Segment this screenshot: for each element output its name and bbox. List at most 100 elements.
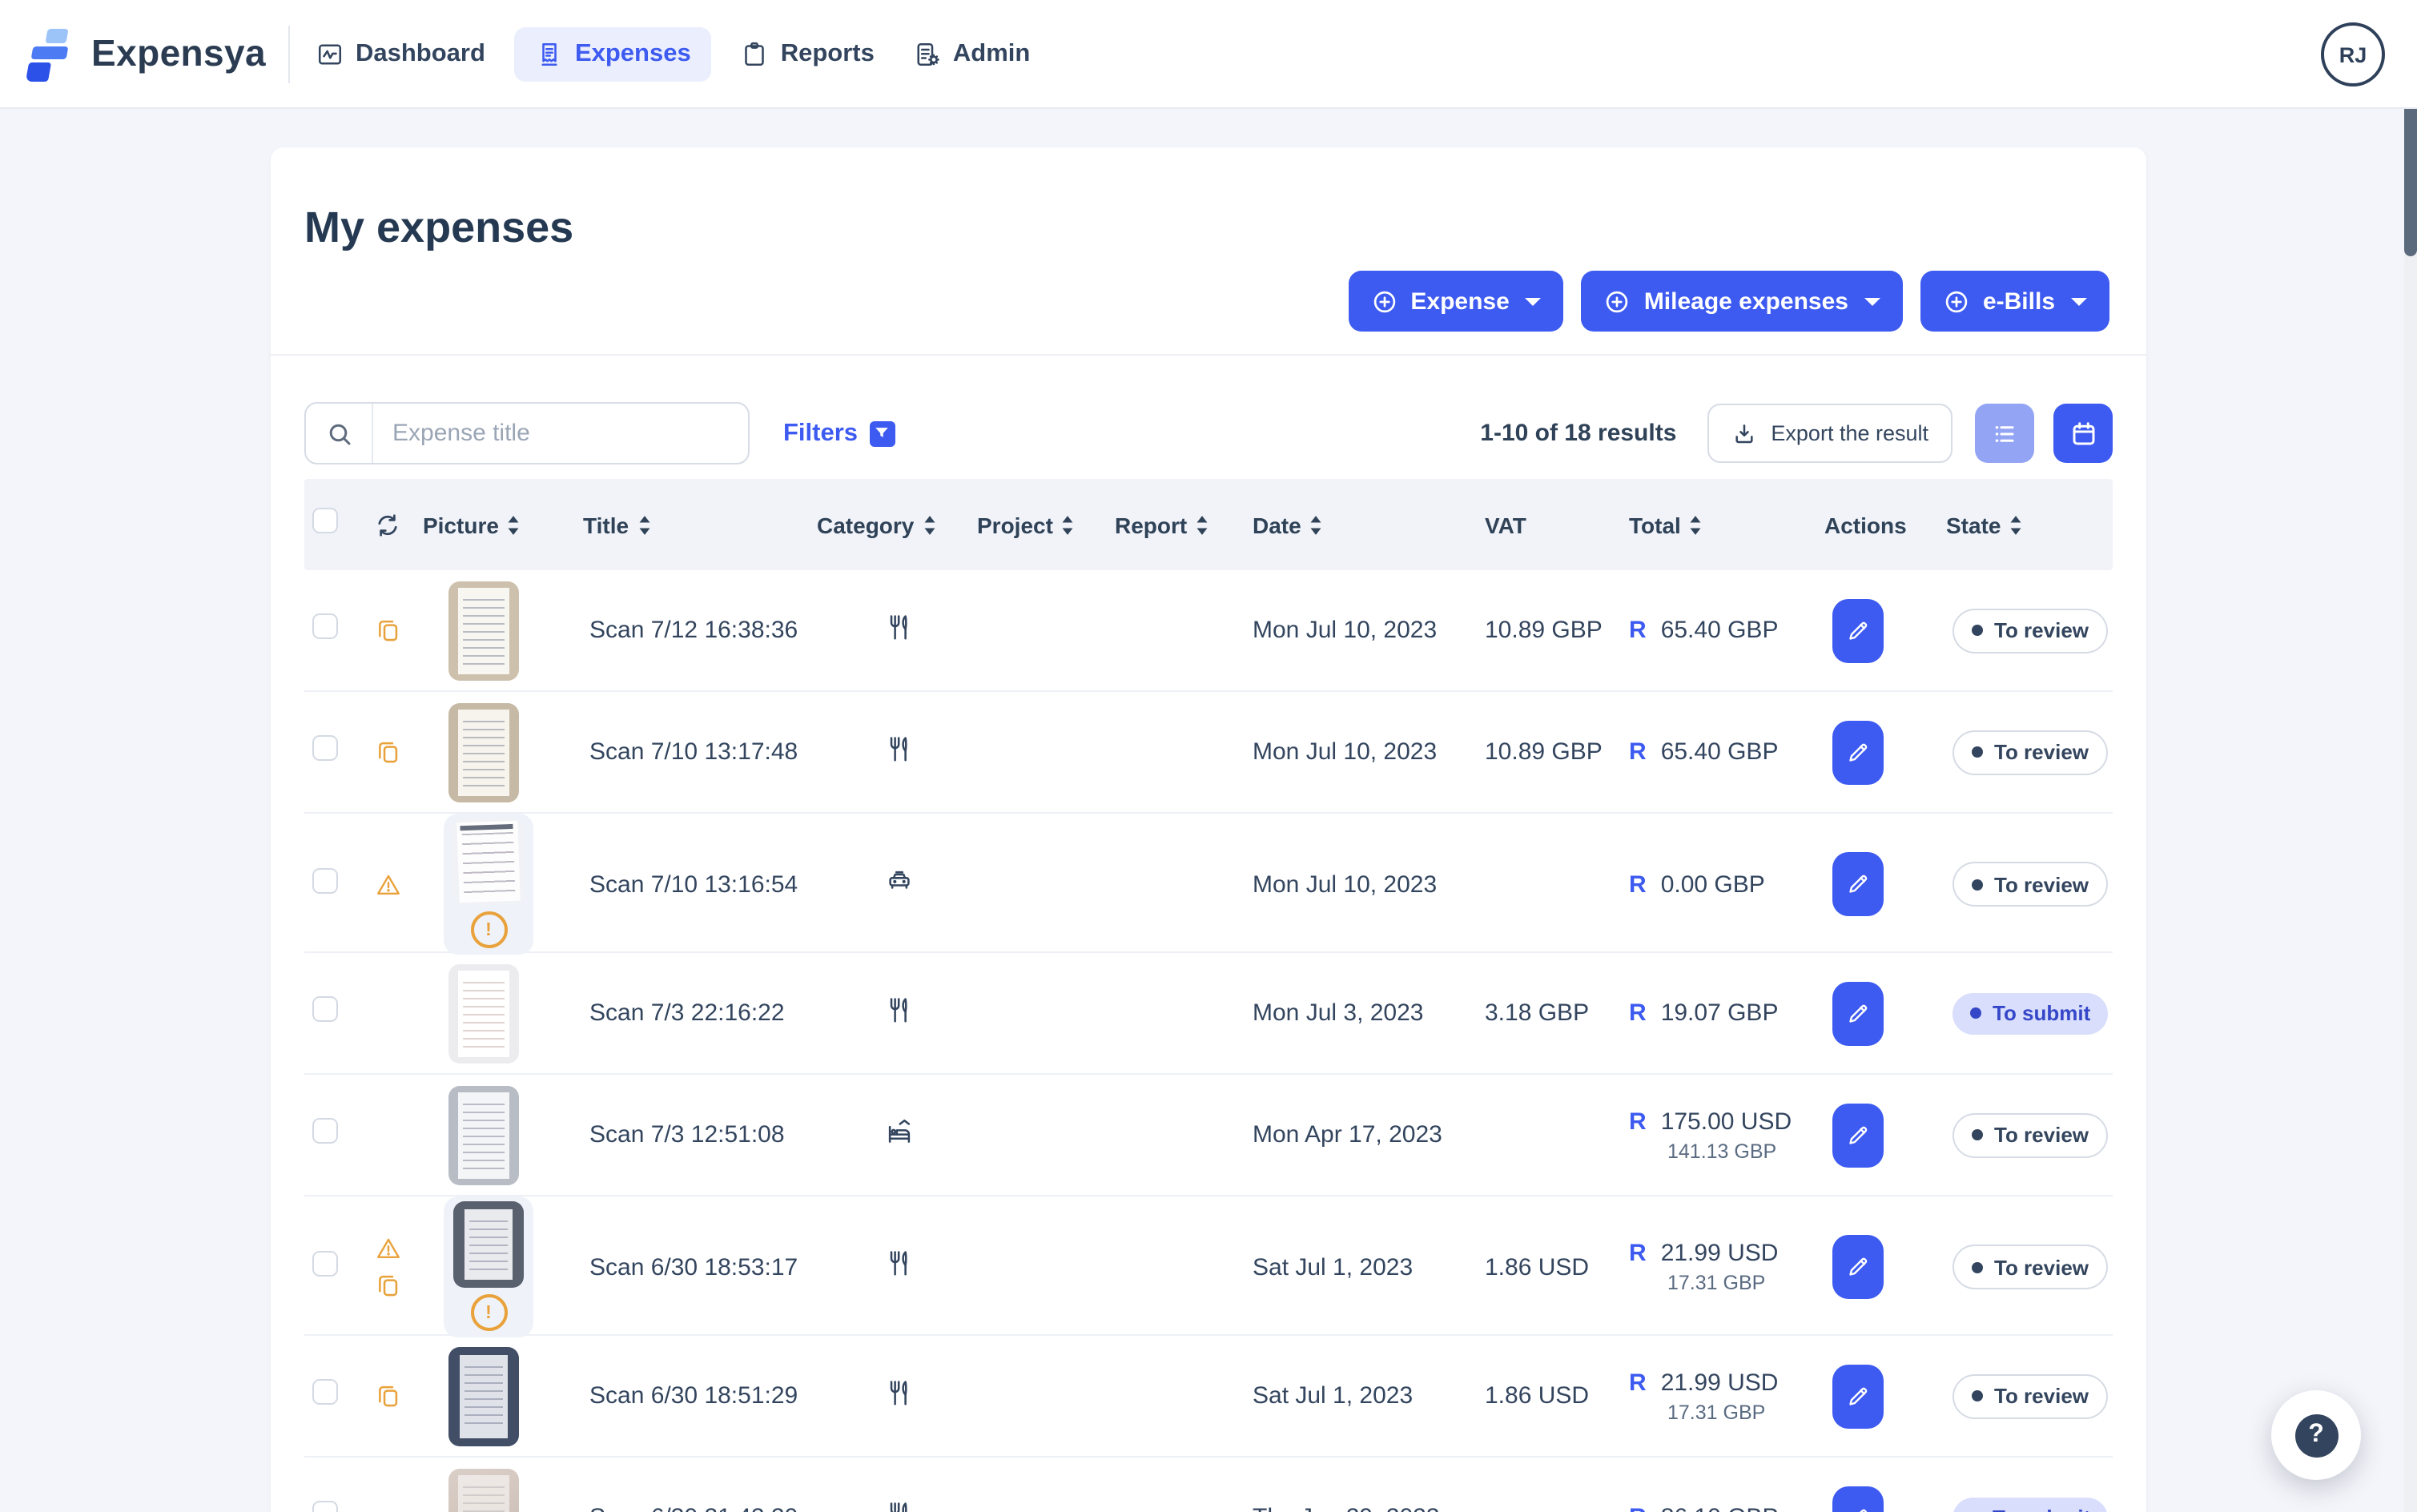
state-cell: To review — [1946, 862, 2113, 907]
row-checkbox[interactable] — [312, 613, 338, 639]
refundable-indicator: R — [1629, 738, 1647, 766]
column-header-project[interactable]: Project — [977, 512, 1115, 537]
search-input[interactable] — [373, 404, 748, 463]
category-restaurant-icon — [884, 1377, 915, 1407]
expense-date: Mon Jul 10, 2023 — [1253, 738, 1485, 766]
expense-total: R86.10 GBP — [1629, 1504, 1824, 1512]
state-cell: To review — [1946, 1245, 2113, 1289]
user-avatar[interactable]: RJ — [2321, 22, 2385, 86]
sort-icon[interactable] — [637, 513, 651, 536]
edit-expense-button[interactable] — [1832, 1486, 1884, 1512]
column-header-report[interactable]: Report — [1115, 512, 1253, 537]
edit-expense-button[interactable] — [1832, 720, 1884, 784]
sort-icon[interactable] — [2009, 513, 2023, 536]
list-view-toggle[interactable] — [1975, 404, 2034, 463]
add-ebills-button[interactable]: e-Bills — [1920, 271, 2109, 332]
receipt-paper — [458, 587, 509, 674]
refresh-button[interactable] — [352, 510, 423, 539]
add-expense-button[interactable]: Expense — [1348, 271, 1563, 332]
edit-expense-button[interactable] — [1832, 1103, 1884, 1167]
calendar-view-toggle[interactable] — [2053, 404, 2113, 463]
table-row[interactable]: Scan 7/3 12:51:08Mon Apr 17, 2023R175.00… — [304, 1075, 2113, 1196]
table-row[interactable]: Scan 7/12 16:38:36Mon Jul 10, 202310.89 … — [304, 570, 2113, 692]
status-label: To submit — [1993, 1506, 2090, 1512]
pencil-icon — [1845, 739, 1871, 765]
receipt-thumbnail[interactable] — [448, 1085, 519, 1184]
column-header-state[interactable]: State — [1946, 512, 2113, 537]
column-header-category[interactable]: Category — [817, 512, 977, 537]
help-button[interactable]: ? — [2271, 1390, 2361, 1480]
receipt-thumbnail[interactable] — [453, 818, 524, 905]
toolbar: Filters 1-10 of 18 results Export the re… — [304, 402, 2113, 464]
edit-expense-button[interactable] — [1832, 598, 1884, 662]
sort-icon[interactable] — [1309, 513, 1324, 536]
row-checkbox[interactable] — [312, 867, 338, 893]
export-button[interactable]: Export the result — [1707, 404, 1953, 463]
actions-cell — [1824, 1486, 1946, 1512]
filters-button[interactable]: Filters — [783, 419, 895, 448]
sort-icon[interactable] — [922, 513, 936, 536]
receipt-thumbnail[interactable] — [448, 1346, 519, 1446]
table-row[interactable]: !Scan 6/30 18:53:17Sat Jul 1, 20231.86 U… — [304, 1196, 2113, 1336]
sort-icon[interactable] — [507, 513, 521, 536]
select-all-checkbox[interactable] — [312, 508, 338, 533]
results-count: 1-10 of 18 results — [1480, 420, 1676, 447]
row-checkbox-cell — [304, 996, 352, 1030]
table-row[interactable]: Scan 6/30 18:51:29Sat Jul 1, 20231.86 US… — [304, 1336, 2113, 1458]
status-badge: To review — [1953, 1245, 2108, 1289]
add-mileage-button[interactable]: Mileage expenses — [1582, 271, 1903, 332]
table-row[interactable]: Scan 7/3 22:16:22Mon Jul 3, 20233.18 GBP… — [304, 953, 2113, 1075]
receipt-thumbnail[interactable] — [448, 1468, 519, 1512]
edit-expense-button[interactable] — [1832, 1364, 1884, 1428]
column-header-actions[interactable]: Actions — [1824, 512, 1946, 537]
column-header-title[interactable]: Title — [583, 512, 817, 537]
duplicate-icon — [374, 1382, 401, 1409]
row-checkbox[interactable] — [312, 1379, 338, 1405]
reports-icon — [741, 39, 770, 68]
nav-item-reports[interactable]: Reports — [731, 26, 884, 81]
expense-title: Scan 7/3 12:51:08 — [583, 1121, 817, 1148]
row-checkbox[interactable] — [312, 1118, 338, 1144]
button-label: Expense — [1410, 288, 1509, 315]
edit-expense-button[interactable] — [1832, 852, 1884, 916]
receipt-thumbnail-alert-wrap[interactable]: ! — [444, 814, 533, 955]
column-header-vat[interactable]: VAT — [1485, 512, 1629, 537]
sort-icon[interactable] — [1061, 513, 1076, 536]
category-cell — [817, 1498, 977, 1512]
row-checkbox[interactable] — [312, 735, 338, 761]
total-cell: R65.40 GBP — [1629, 617, 1824, 644]
row-checkbox[interactable] — [312, 1250, 338, 1276]
refundable-indicator: R — [1629, 999, 1647, 1027]
receipt-thumbnail[interactable] — [453, 1201, 524, 1288]
nav-item-label: Expenses — [575, 39, 691, 68]
receipt-thumbnail-alert-wrap[interactable]: ! — [444, 1196, 533, 1337]
actions-cell — [1824, 1364, 1946, 1428]
row-checkbox[interactable] — [312, 1501, 338, 1512]
picture-cell — [423, 581, 583, 680]
status-dot — [1972, 1129, 1983, 1140]
table-row[interactable]: Scan 6/30 21:42:20Thu Jun 29, 2023R86.10… — [304, 1458, 2113, 1512]
sort-icon[interactable] — [1195, 513, 1209, 536]
table-row[interactable]: !Scan 7/10 13:16:54Mon Jul 10, 2023R0.00… — [304, 814, 2113, 953]
receipt-thumbnail[interactable] — [448, 581, 519, 680]
expense-date: Mon Jul 3, 2023 — [1253, 999, 1485, 1027]
actions-cell — [1824, 1103, 1946, 1167]
status-badge: To review — [1953, 1112, 2108, 1157]
edit-expense-button[interactable] — [1832, 1235, 1884, 1299]
nav-item-expenses[interactable]: Expenses — [514, 26, 712, 81]
nav-item-dashboard[interactable]: Dashboard — [306, 26, 495, 81]
plus-circle-icon — [1943, 288, 1970, 315]
row-flags — [352, 738, 423, 766]
sort-icon[interactable] — [1689, 513, 1703, 536]
edit-expense-button[interactable] — [1832, 981, 1884, 1045]
table-row[interactable]: Scan 7/10 13:17:48Mon Jul 10, 202310.89 … — [304, 692, 2113, 814]
nav-item-admin[interactable]: Admin — [903, 26, 1040, 81]
column-header-picture[interactable]: Picture — [423, 512, 583, 537]
brand-logo[interactable]: Expensya — [26, 26, 266, 81]
category-taxi-icon — [884, 865, 915, 895]
receipt-thumbnail[interactable] — [448, 702, 519, 802]
column-header-total[interactable]: Total — [1629, 512, 1824, 537]
receipt-thumbnail[interactable] — [448, 963, 519, 1063]
row-checkbox[interactable] — [312, 996, 338, 1022]
column-header-date[interactable]: Date — [1253, 512, 1485, 537]
